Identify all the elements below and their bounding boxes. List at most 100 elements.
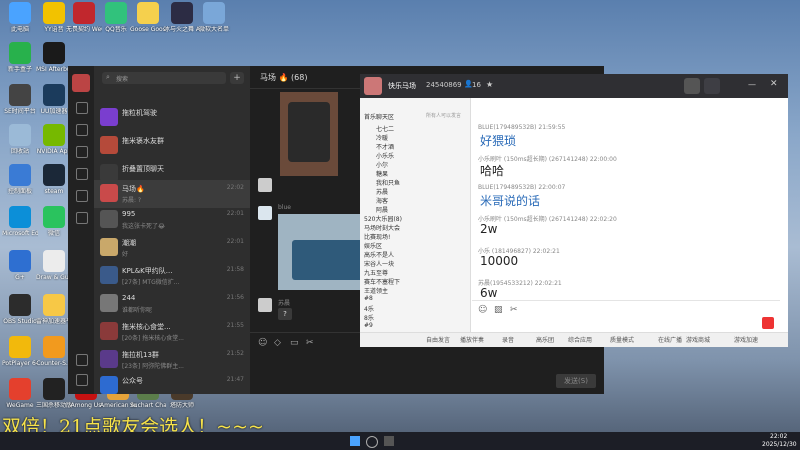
channel-item[interactable]: 8乐 xyxy=(364,313,374,322)
desktop-icon[interactable]: WeGame xyxy=(2,378,38,409)
channel-item[interactable]: 苏晨 xyxy=(376,187,388,196)
chat-icon[interactable] xyxy=(76,102,88,114)
desktop-icon[interactable]: G+ xyxy=(2,250,38,281)
desktop-icon[interactable]: NVIDIA App xyxy=(36,124,72,155)
channel-item[interactable]: 七七二 xyxy=(376,124,394,133)
bottom-button[interactable]: 质量模式 xyxy=(610,335,634,344)
image-message[interactable] xyxy=(280,92,338,176)
channels-icon[interactable] xyxy=(76,190,88,202)
bottom-button[interactable]: 综合应用 xyxy=(568,335,592,344)
desktop-icon[interactable]: QQ音乐 xyxy=(98,2,134,33)
close-button[interactable]: ✕ xyxy=(770,79,778,89)
home-button[interactable] xyxy=(684,78,700,94)
channel-item[interactable]: 4乐 xyxy=(364,304,374,313)
channel-item[interactable]: 海客 xyxy=(376,196,388,205)
chat-list-item[interactable]: 244 谁都听你呢 21:56 xyxy=(94,290,250,318)
desktop-icon[interactable]: MSI Afterburner xyxy=(36,42,72,73)
channel-item[interactable]: 马场时刻大会 xyxy=(364,223,400,232)
game-button[interactable] xyxy=(704,78,720,94)
chat-list-item[interactable]: 拖米核心食堂... [20条] 拖米核心食堂... 21:55 xyxy=(94,318,250,346)
channel-item[interactable]: 我和只鱼 xyxy=(376,178,400,187)
taskview-icon[interactable] xyxy=(384,436,394,446)
channel-item[interactable]: #8 xyxy=(364,295,373,302)
phone-icon[interactable] xyxy=(76,354,88,366)
chat-list-item[interactable]: 拖粒机驾驶 xyxy=(94,104,250,132)
channel-item[interactable]: 520大乐园(8) xyxy=(364,214,402,223)
channel-item[interactable]: #9 xyxy=(364,322,373,329)
chat-list-item[interactable]: 995 我这张卡死了😂 22:01 xyxy=(94,206,250,234)
channel-tab[interactable]: 所有人可以发言 xyxy=(426,112,461,119)
chat-list-item[interactable]: 拖拉机13群 [23条] 阿弥陀佛群主... 21:52 xyxy=(94,346,250,374)
clock-time[interactable]: 22:02 xyxy=(770,433,787,440)
channel-tab[interactable]: 首乐聊天区 xyxy=(364,112,394,121)
channel-item[interactable]: 王道领主 xyxy=(364,286,388,295)
input-area[interactable]: ☺ ▨ ✂ xyxy=(472,300,780,331)
desktop-icon[interactable]: 三国杀移动版平台 xyxy=(36,378,72,409)
chat-list-item[interactable]: KPL&K甲约队... [27条] MTG微信扩... 21:58 xyxy=(94,262,250,290)
message-bubble[interactable]: ? xyxy=(278,308,292,320)
search-input[interactable]: ⌕ 搜索 xyxy=(102,72,226,84)
emoji-icon[interactable]: ☺ xyxy=(258,338,267,348)
channel-item[interactable]: 小乐乐 xyxy=(376,151,394,160)
channel-item[interactable]: 阿晨 xyxy=(376,205,388,214)
channel-item[interactable]: 宋谷人一块 xyxy=(364,259,394,268)
image-icon[interactable]: ▨ xyxy=(494,305,503,315)
add-button[interactable]: + xyxy=(230,72,244,84)
desktop-icon[interactable]: 控制面板 xyxy=(2,164,38,195)
desktop-icon[interactable]: UU加速器 xyxy=(36,84,72,115)
star-icon[interactable]: ★ xyxy=(486,80,493,89)
bottom-button[interactable]: 游戏加速 xyxy=(734,335,758,344)
search-icon[interactable] xyxy=(366,436,378,448)
scissors-icon[interactable]: ✂ xyxy=(510,305,518,315)
moments-icon[interactable] xyxy=(76,168,88,180)
desktop-icon[interactable]: 微信 xyxy=(36,206,72,237)
contacts-icon[interactable] xyxy=(76,124,88,136)
chat-list-item[interactable]: 拖米褒水友群 xyxy=(94,132,250,160)
send-button[interactable]: 发送(S) xyxy=(556,374,596,388)
clock-date[interactable]: 2025/12/30 xyxy=(762,441,797,448)
desktop-icon[interactable]: 微软大名单 xyxy=(196,2,232,33)
desktop-icon[interactable]: 无畏契约 WeGame版 xyxy=(66,2,102,33)
channel-item[interactable]: 糖果 xyxy=(376,169,388,178)
desktop-icon[interactable]: SE时间平台 xyxy=(2,84,38,115)
desktop-icon[interactable]: Draw & Guess xyxy=(36,250,72,281)
bottom-button[interactable]: 录音 xyxy=(502,335,514,344)
minimize-button[interactable]: — xyxy=(748,80,756,89)
chat-list-item[interactable]: 公众号 21:47 xyxy=(94,372,250,400)
desktop-icon[interactable]: Goose Goose Duck xyxy=(130,2,166,33)
start-button[interactable] xyxy=(350,436,360,446)
bottom-button[interactable]: 游戏商城 xyxy=(686,335,710,344)
desktop-icon[interactable]: 雷神加速器平台 xyxy=(36,294,72,325)
desktop-icon[interactable]: 回收站 xyxy=(2,124,38,155)
chat-list-item[interactable]: 马场🔥 苏晨: ? 22:02 xyxy=(94,180,250,208)
channel-item[interactable]: 不才酒 xyxy=(376,142,394,151)
screenshot-icon[interactable]: ✂ xyxy=(306,338,314,348)
bottom-button[interactable]: 自由发言 xyxy=(426,335,450,344)
desktop-icon[interactable]: OBS Studio xyxy=(2,294,38,325)
menu-icon[interactable] xyxy=(76,374,88,386)
chat-list-item[interactable]: 潮潮好 22:01 xyxy=(94,234,250,262)
desktop-icon[interactable]: 新手盒子 xyxy=(2,42,38,73)
folder-icon[interactable]: ▭ xyxy=(290,338,299,348)
desktop-icon[interactable]: steam xyxy=(36,164,72,195)
channel-item[interactable]: 小尔 xyxy=(376,160,388,169)
desktop-icon[interactable]: 冰与火之舞 A Dance of F... xyxy=(164,2,200,33)
bottom-button[interactable]: 播放伴奏 xyxy=(460,335,484,344)
channel-item[interactable]: 高乐不是人 xyxy=(364,250,394,259)
bottom-button[interactable]: 在线广播 xyxy=(658,335,682,344)
desktop-icon[interactable]: PotPlayer 64 bit xyxy=(2,336,38,367)
desktop-icon[interactable]: Counter-S... xyxy=(36,336,72,367)
channel-item[interactable]: 娱乐区 xyxy=(364,241,382,250)
send-button[interactable] xyxy=(762,317,774,329)
favorite-icon[interactable]: ◇ xyxy=(274,338,281,348)
channel-item[interactable]: 九五至尊 xyxy=(364,268,388,277)
favorites-icon[interactable] xyxy=(76,146,88,158)
channel-item[interactable]: 冷暖 xyxy=(376,133,388,142)
bottom-button[interactable]: 高乐团 xyxy=(536,335,554,344)
desktop-icon[interactable]: 此电脑 xyxy=(2,2,38,33)
channel-item[interactable]: 赛车不塞程下 xyxy=(364,277,400,286)
avatar[interactable] xyxy=(72,74,90,92)
channel-item[interactable]: 比赛现场! xyxy=(364,232,390,241)
desktop-icon[interactable]: Microsoft Edge xyxy=(2,206,38,237)
search-icon[interactable] xyxy=(76,212,88,224)
